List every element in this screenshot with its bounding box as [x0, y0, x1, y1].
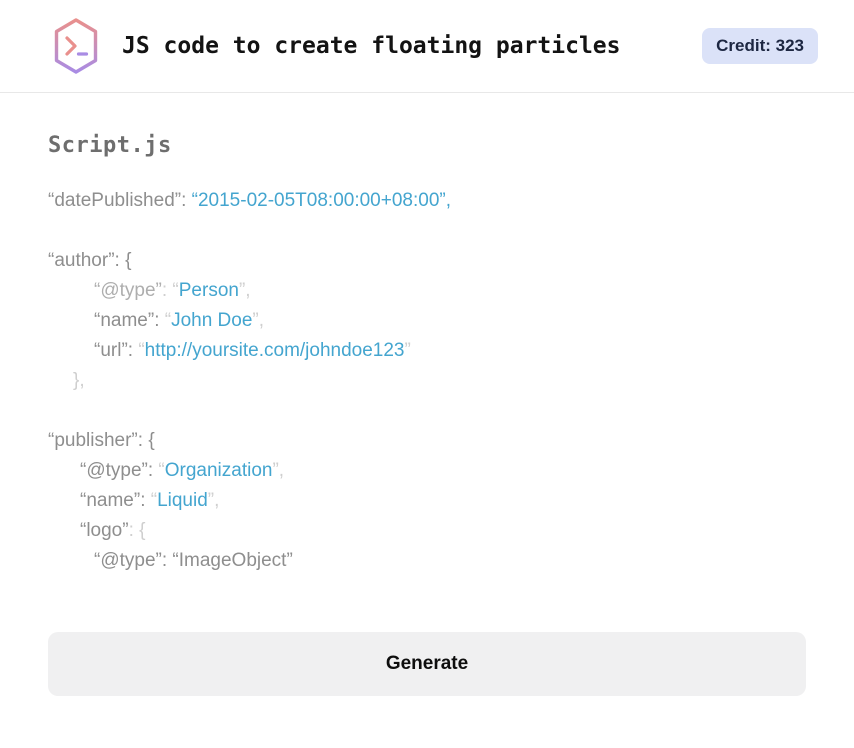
code-token: :	[147, 460, 159, 481]
code-token: :	[127, 340, 139, 361]
code-token: ”,	[238, 280, 251, 301]
code-line: “datePublished”: “2015-02-05T08:00:00+08…	[48, 186, 806, 216]
code-token: “name”	[80, 490, 141, 511]
code-token: “@type”: “ImageObject”	[94, 550, 293, 571]
file-title: Script.js	[48, 133, 172, 158]
code-token: “@type”	[80, 460, 148, 481]
code-token: ”,	[272, 460, 285, 481]
code-line: “@type”: “ImageObject”	[48, 546, 806, 576]
code-token: “@type”	[94, 280, 162, 301]
code-block: “datePublished”: “2015-02-05T08:00:00+08…	[48, 186, 806, 576]
code-token: John Doe	[171, 310, 253, 331]
terminal-hexagon-icon	[54, 18, 98, 74]
code-token: Liquid	[157, 490, 208, 511]
generate-button[interactable]: Generate	[48, 632, 806, 696]
code-token: “datePublished”	[48, 190, 182, 211]
page: JS code to create floating particles Cre…	[0, 0, 854, 748]
code-token: :	[128, 520, 140, 541]
code-token: ”,	[207, 490, 220, 511]
code-line: “name”: “John Doe”,	[48, 306, 806, 336]
code-line: },	[48, 366, 806, 396]
page-title: JS code to create floating particles	[122, 33, 621, 59]
code-token: :	[181, 190, 192, 211]
code-token: ”	[404, 340, 411, 361]
code-token: “logo”	[80, 520, 129, 541]
code-token: “2015-02-05T08:00:00+08:00”,	[191, 190, 451, 211]
code-token: Person	[178, 280, 239, 301]
code-line: “name”: “Liquid”,	[48, 486, 806, 516]
code-token: :	[154, 310, 165, 331]
credit-badge: Credit: 323	[702, 28, 818, 64]
code-token: “author”: {	[48, 250, 132, 271]
code-line: “publisher”: {	[48, 426, 806, 456]
code-line: “url”: “http://yoursite.com/johndoe123”	[48, 336, 806, 366]
code-line: “logo”: {	[48, 516, 806, 546]
code-token: “publisher”: {	[48, 430, 155, 451]
code-token: ”,	[252, 310, 265, 331]
code-line: “author”: {	[48, 246, 806, 276]
main-content: Script.js “datePublished”: “2015-02-05T0…	[0, 133, 854, 696]
code-token: http://yoursite.com/johndoe123	[144, 340, 405, 361]
code-token: :	[140, 490, 151, 511]
code-token: “name”	[94, 310, 155, 331]
code-token: },	[73, 370, 85, 391]
code-line: “@type”: “Organization”,	[48, 456, 806, 486]
code-token: :	[161, 280, 173, 301]
code-line: “@type”: “Person”,	[48, 276, 806, 306]
code-token: “url”	[94, 340, 128, 361]
header: JS code to create floating particles Cre…	[0, 0, 854, 93]
code-token: {	[139, 520, 146, 541]
code-token: Organization	[164, 460, 273, 481]
